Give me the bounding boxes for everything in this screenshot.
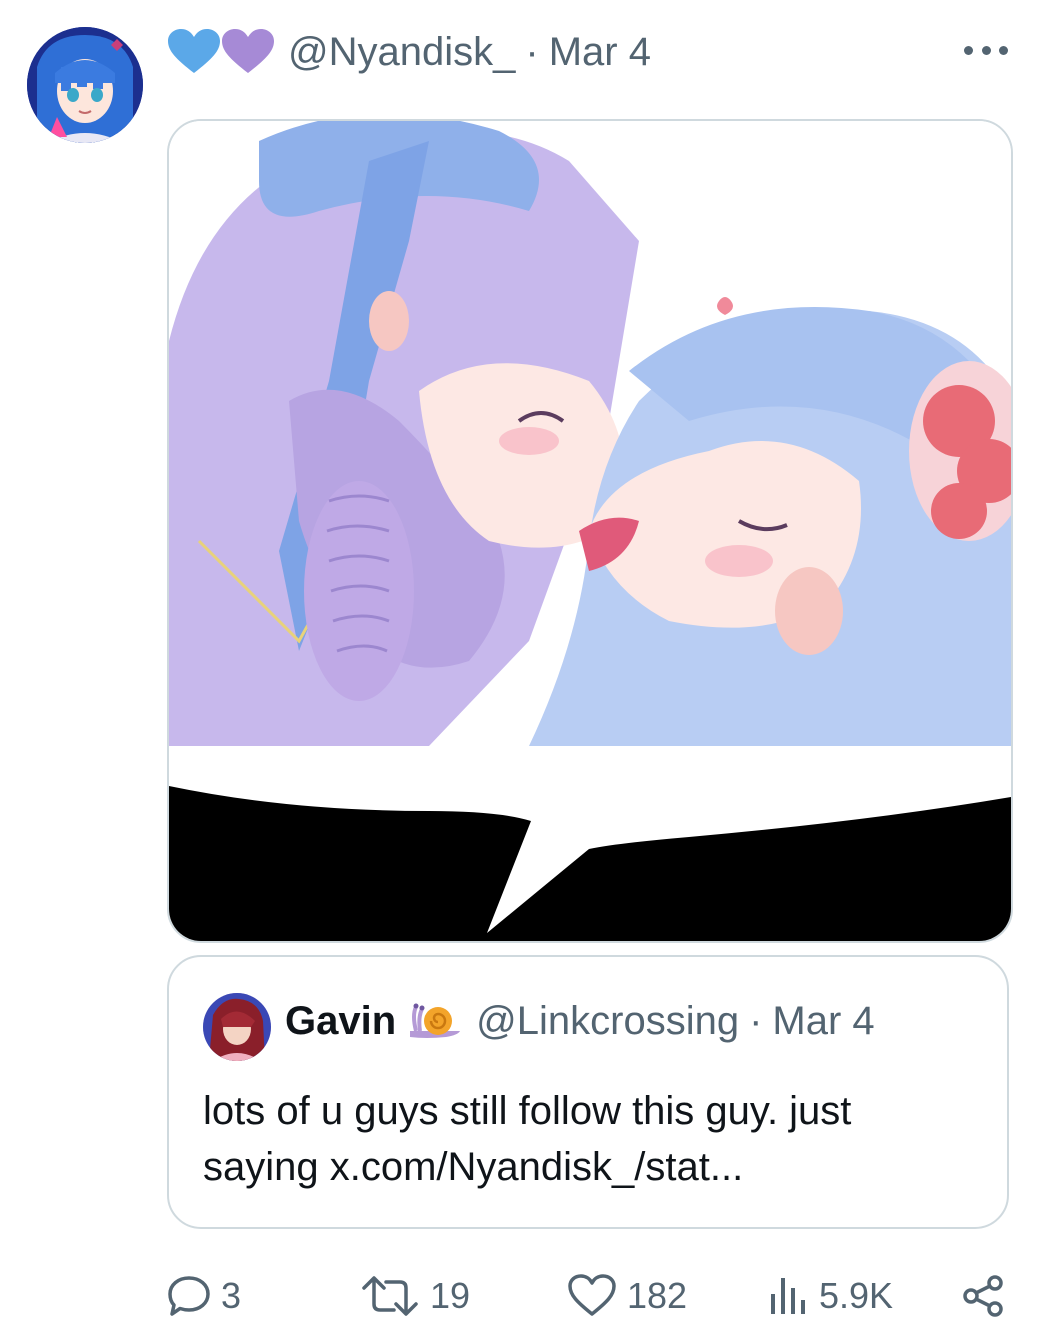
quote-author-handle[interactable]: @Linkcrossing — [476, 999, 739, 1044]
anime-avatar-icon — [27, 27, 143, 143]
quote-author-avatar[interactable] — [203, 993, 271, 1061]
views-button[interactable]: 5.9K — [765, 1268, 893, 1324]
reply-icon — [168, 1276, 210, 1316]
heart-icon — [568, 1274, 616, 1316]
quote-separator: · — [749, 998, 763, 1043]
retweet-icon — [362, 1276, 418, 1316]
quote-date[interactable]: Mar 4 — [772, 999, 874, 1044]
author-handle[interactable]: @Nyandisk_ — [288, 30, 515, 75]
more-dots-icon[interactable] — [964, 38, 1008, 62]
views-bar-chart-icon — [771, 1278, 805, 1314]
share-icon — [963, 1275, 1003, 1317]
like-button[interactable]: 182 — [567, 1268, 687, 1324]
views-count: 5.9K — [819, 1275, 894, 1316]
like-count: 182 — [627, 1275, 688, 1316]
tweet-media[interactable] — [167, 119, 1013, 943]
anime-illustration-image — [169, 121, 1011, 941]
purple-heart-icon — [222, 29, 274, 73]
retweet-count: 19 — [430, 1275, 471, 1316]
header-separator: · — [525, 29, 539, 74]
action-bar: 3 19 182 5.9K — [167, 1268, 1009, 1324]
tweet-date[interactable]: Mar 4 — [549, 30, 651, 75]
quote-text: lots of u guys still follow this guy. ju… — [203, 1089, 852, 1189]
author-avatar[interactable] — [27, 27, 143, 143]
tweet-header: @Nyandisk_ · Mar 4 — [168, 24, 651, 80]
quote-header: Gavin @Linkcrossing · Mar 4 — [285, 995, 875, 1047]
quote-author-name[interactable]: Gavin — [285, 999, 396, 1044]
name-emojis — [168, 29, 274, 75]
reply-button[interactable]: 3 — [167, 1268, 241, 1324]
quoted-tweet[interactable]: Gavin @Linkcrossing · Mar 4 lots of u gu… — [167, 955, 1009, 1229]
reply-count: 3 — [221, 1275, 242, 1316]
anime-avatar-red-hair-icon — [203, 993, 271, 1061]
snail-emoji-icon — [406, 1001, 462, 1041]
share-button[interactable] — [961, 1268, 1015, 1324]
blue-heart-icon — [168, 29, 220, 73]
retweet-button[interactable]: 19 — [360, 1268, 470, 1324]
